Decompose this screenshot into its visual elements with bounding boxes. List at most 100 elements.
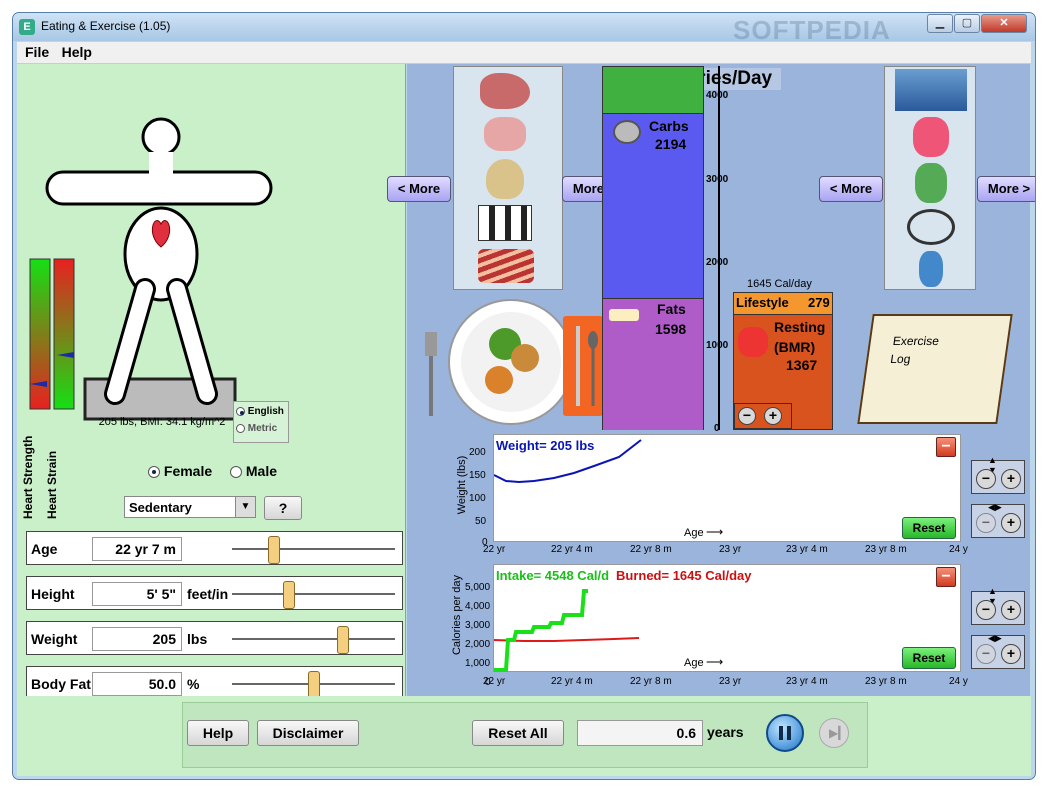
bacon-icon[interactable] bbox=[478, 249, 534, 283]
height-label: Height bbox=[31, 586, 75, 602]
weight-slider[interactable] bbox=[336, 626, 349, 654]
calorie-age-label: Age bbox=[684, 657, 704, 669]
scale-0: 0 bbox=[714, 423, 720, 434]
weight-reset-button[interactable]: Reset bbox=[902, 517, 956, 539]
calorie-ylabel: Calories per day bbox=[451, 574, 463, 656]
calorie-hzoom-in-button[interactable]: + bbox=[1001, 644, 1021, 664]
exercise-log-book[interactable]: Exercise Log bbox=[857, 314, 1013, 424]
height-unit: feet/in bbox=[187, 586, 229, 602]
lifestyle-value: 279 bbox=[808, 295, 830, 310]
male-radio[interactable] bbox=[230, 466, 242, 479]
scale-4000: 4000 bbox=[706, 90, 729, 101]
age-slider[interactable] bbox=[268, 536, 281, 564]
age-label: Age bbox=[31, 541, 58, 557]
menu-help[interactable]: Help bbox=[54, 42, 92, 60]
age-slider-track bbox=[232, 548, 395, 551]
weight-field[interactable]: 205 bbox=[92, 627, 182, 651]
step-button[interactable]: ▶▎ bbox=[819, 718, 849, 748]
pause-button[interactable] bbox=[766, 714, 804, 752]
ham-icon[interactable] bbox=[480, 73, 530, 109]
chicken-icon[interactable] bbox=[486, 159, 524, 199]
fats-value: 1598 bbox=[655, 321, 687, 337]
height-field[interactable]: 5' 5" bbox=[92, 582, 182, 606]
lifestyle-segment: Lifestyle 279 bbox=[734, 293, 832, 315]
age-field[interactable]: 22 yr 7 m bbox=[92, 537, 182, 561]
veggie-segment bbox=[603, 67, 703, 113]
calorie-reset-button[interactable]: Reset bbox=[902, 647, 956, 669]
cow-icon[interactable] bbox=[478, 205, 532, 241]
heart-strain-label: Heart Strain bbox=[45, 450, 59, 519]
calories-column: Carbs 2194 Fats 1598 bbox=[602, 66, 704, 430]
units-english[interactable]: English bbox=[236, 406, 286, 417]
weight-xtick: 23 yr bbox=[719, 544, 742, 555]
heart-strength-label: Heart Strength bbox=[21, 435, 35, 519]
calorie-vzoom-out-button[interactable]: − bbox=[976, 600, 996, 620]
gender-male[interactable]: Male bbox=[230, 463, 277, 479]
height-slider[interactable] bbox=[283, 581, 296, 609]
food-more-left-button[interactable]: < More bbox=[387, 176, 451, 202]
pork-chop-icon[interactable] bbox=[484, 117, 526, 151]
bodyfat-slider[interactable] bbox=[307, 671, 320, 699]
menu-file[interactable]: File bbox=[17, 42, 49, 60]
calorie-xtick: 23 yr bbox=[719, 676, 742, 687]
calorie-xtick: 23 yr 8 m bbox=[865, 676, 907, 687]
exercise-more-right-button[interactable]: More > bbox=[977, 176, 1035, 202]
burn-zoom-out-button[interactable]: − bbox=[738, 407, 756, 425]
burn-zoom-in-button[interactable]: + bbox=[764, 407, 782, 425]
weight-vzoom-out-button[interactable]: − bbox=[976, 469, 996, 489]
running-icon[interactable] bbox=[919, 251, 943, 287]
exercise-log-title: Exercise bbox=[891, 334, 940, 348]
skateboard-icon[interactable] bbox=[915, 163, 947, 203]
metric-radio[interactable] bbox=[236, 423, 245, 433]
swimming-icon[interactable] bbox=[895, 69, 967, 111]
bodyfat-field[interactable]: 50.0 bbox=[92, 672, 182, 696]
plate-icon[interactable] bbox=[413, 296, 613, 426]
weight-ytick-100: 100 bbox=[469, 493, 486, 504]
disclaimer-button[interactable]: Disclaimer bbox=[257, 720, 359, 746]
fats-segment: Fats 1598 bbox=[603, 298, 703, 430]
maximize-button[interactable]: ▢ bbox=[954, 14, 980, 33]
weight-hzoom-in-button[interactable]: + bbox=[1001, 513, 1021, 533]
app-window: E Eating & Exercise (1.05) SOFTPEDIA ▁ ▢… bbox=[12, 12, 1036, 780]
units-metric[interactable]: Metric bbox=[236, 423, 286, 434]
female-radio[interactable] bbox=[148, 466, 160, 479]
weight-hzoom-out-button[interactable]: − bbox=[976, 513, 996, 533]
butter-icon bbox=[609, 309, 639, 321]
exercise-log-subtitle: Log bbox=[889, 352, 912, 366]
burn-header: 1645 Cal/day bbox=[747, 278, 812, 290]
calorie-hzoom-out-button[interactable]: − bbox=[976, 644, 996, 664]
gender-female[interactable]: Female bbox=[148, 463, 212, 479]
carbs-label: Carbs bbox=[649, 118, 689, 134]
fats-label: Fats bbox=[657, 301, 686, 317]
activity-help-button[interactable]: ? bbox=[264, 496, 302, 520]
help-button[interactable]: Help bbox=[187, 720, 249, 746]
weight-label: Weight bbox=[31, 631, 78, 647]
basketball-icon[interactable] bbox=[913, 117, 949, 157]
menu-bar: File Help bbox=[17, 42, 1031, 64]
calorie-vzoom-in-button[interactable]: + bbox=[1001, 600, 1021, 620]
minimize-button[interactable]: ▁ bbox=[927, 14, 953, 33]
reset-all-button[interactable]: Reset All bbox=[472, 720, 564, 746]
calorie-scale: 4000 3000 2000 1000 0 bbox=[706, 66, 736, 436]
lifestyle-label: Lifestyle bbox=[736, 295, 789, 310]
english-radio[interactable] bbox=[236, 406, 245, 416]
calorie-age-arrow-icon: ⟶ bbox=[706, 655, 724, 669]
weight-xtick: 24 y bbox=[949, 544, 968, 555]
food-palette bbox=[453, 66, 563, 290]
calorie-xtick: 22 yr 8 m bbox=[630, 676, 672, 687]
calorie-ytick: 5,000 bbox=[465, 582, 491, 593]
activity-select[interactable]: Sedentary ▼ bbox=[124, 496, 256, 518]
close-button[interactable]: ✕ bbox=[981, 14, 1027, 33]
weight-vzoom-in-button[interactable]: + bbox=[1001, 469, 1021, 489]
bread-icon bbox=[613, 120, 641, 144]
calorie-xticks: 22 yr 22 yr 4 m 22 yr 8 m 23 yr 23 yr 4 … bbox=[483, 676, 983, 690]
calorie-chart-remove-button[interactable]: − bbox=[936, 567, 956, 587]
height-slider-track bbox=[232, 593, 395, 596]
exercise-more-left-button[interactable]: < More bbox=[819, 176, 883, 202]
weight-xtick: 23 yr 4 m bbox=[786, 544, 828, 555]
pause-icon bbox=[779, 726, 783, 740]
weight-chart-remove-button[interactable]: − bbox=[936, 437, 956, 457]
step-forward-icon: ▶▎ bbox=[829, 726, 848, 740]
bicycle-icon[interactable] bbox=[907, 209, 955, 245]
calorie-xtick: 22 yr bbox=[483, 676, 506, 687]
